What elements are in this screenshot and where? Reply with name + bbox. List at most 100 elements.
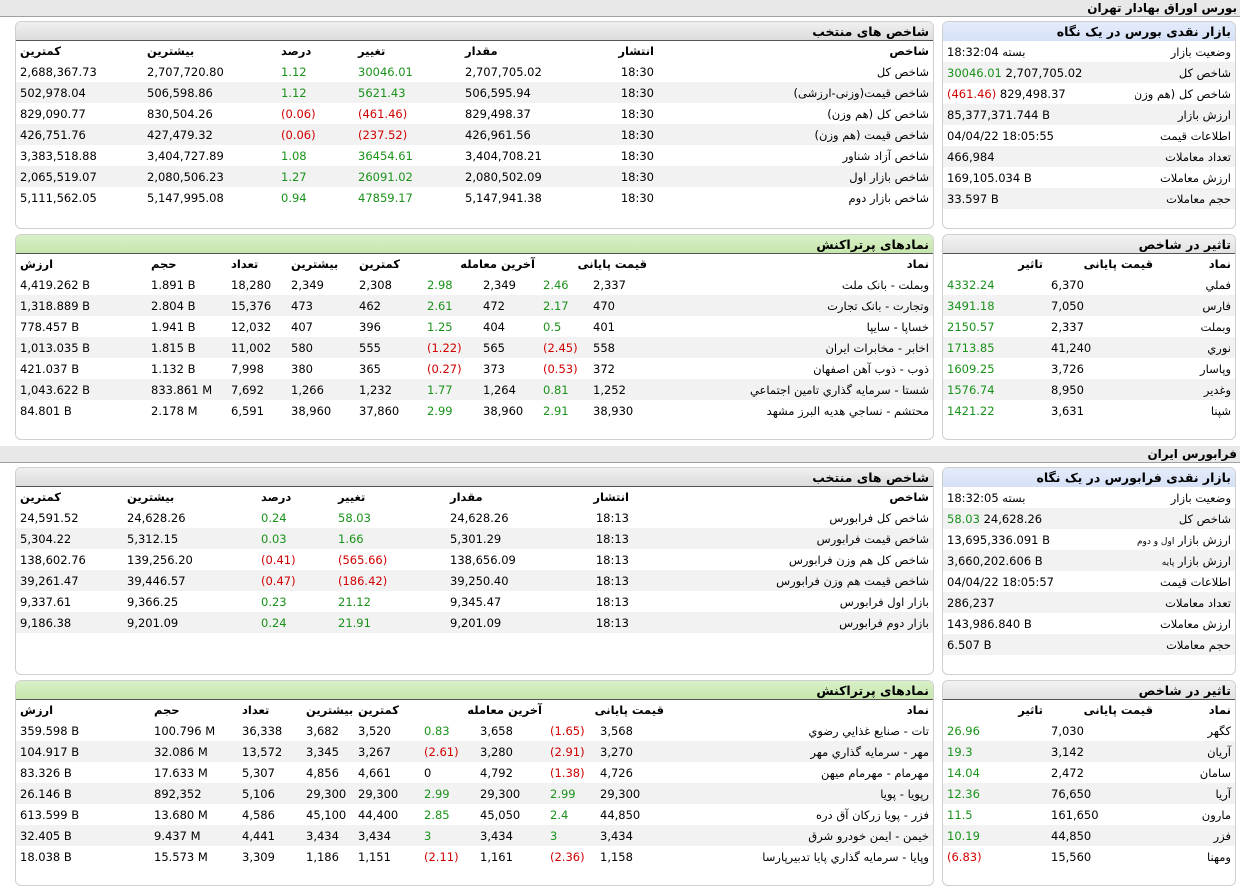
impact-symbol[interactable]: فزر bbox=[1157, 825, 1235, 846]
impact-row[interactable]: آريان 3,142 19.3 bbox=[943, 741, 1235, 762]
ifb-indices-title: شاخص های منتخب bbox=[16, 468, 933, 487]
index-change: 21.91 bbox=[338, 615, 371, 630]
active-symbol-row[interactable]: مهرمام - مهرمام ميهن 4,726 (1.38) 4,792 0 4,6… bbox=[16, 762, 933, 783]
active-close-change: (2.45) bbox=[543, 340, 578, 355]
active-symbol-row[interactable]: ذوب - ذوب آهن اصفهان 372 (0.53) 373 (0.27) 36… bbox=[16, 358, 933, 379]
active-symbol-row[interactable]: فزر - پويا زركان آق دره 44,850 2.4 45,050 2.… bbox=[16, 804, 933, 825]
active-symbol-name[interactable]: اخابر - مخابرات ايران bbox=[651, 337, 933, 358]
active-symbol-name[interactable]: مهرمام - مهرمام ميهن bbox=[668, 762, 933, 783]
index-row[interactable]: شاخص کل هم وزن فرابورس 18:13 138,656.09 (56… bbox=[16, 549, 933, 570]
index-name[interactable]: بازار دوم فرابورس bbox=[633, 612, 933, 633]
index-name[interactable]: شاخص بازار اول bbox=[658, 166, 933, 187]
active-symbol-row[interactable]: اخابر - مخابرات ايران 558 (2.45) 565 (1.22) 5… bbox=[16, 337, 933, 358]
impact-row[interactable]: مارون 161,650 11.5 bbox=[943, 804, 1235, 825]
index-name[interactable]: شاخص آزاد شناور bbox=[658, 145, 933, 166]
impact-row[interactable]: نوري 41,240 1713.85 bbox=[943, 337, 1235, 358]
index-row[interactable]: شاخص قیمت (هم وزن) 18:30 426,961.56 (237.52… bbox=[16, 124, 933, 145]
active-symbol-row[interactable]: وپايا - سرمايه گذاري پايا تدبيرپارسا 1,15… bbox=[16, 846, 933, 867]
impact-symbol[interactable]: كگهر bbox=[1157, 720, 1235, 741]
impact-row[interactable]: ومهنا 15,560 (6.83) bbox=[943, 846, 1235, 867]
index-row[interactable]: شاخص قیمت هم وزن فرابورس 18:13 39,250.40 (1… bbox=[16, 570, 933, 591]
index-change: (237.52) bbox=[358, 127, 408, 142]
active-value: 4,419.262 B bbox=[20, 277, 91, 292]
impact-row[interactable]: شپنا 3,631 1421.22 bbox=[943, 400, 1235, 421]
impact-row[interactable]: وپاسار 3,726 1609.25 bbox=[943, 358, 1235, 379]
active-symbol-name[interactable]: تات - صنايع غذايي رضوي bbox=[668, 720, 933, 741]
impact-row[interactable]: وبملت 2,337 2150.57 bbox=[943, 316, 1235, 337]
impact-symbol[interactable]: وغدير bbox=[1157, 379, 1235, 400]
impact-symbol[interactable]: مارون bbox=[1157, 804, 1235, 825]
impact-symbol[interactable]: فارس bbox=[1157, 295, 1235, 316]
ifb-indices-panel: شاخص های منتخب شاخص انتشار مقدار تغییر د… bbox=[15, 467, 934, 675]
index-name[interactable]: شاخص قیمت هم وزن فرابورس bbox=[633, 570, 933, 591]
impact-symbol[interactable]: آريا bbox=[1157, 783, 1235, 804]
active-low: 555 bbox=[359, 340, 381, 355]
active-symbol-row[interactable]: وبملت - بانک ملت 2,337 2.46 2,349 2.98 2,308 2… bbox=[16, 274, 933, 295]
index-name[interactable]: شاخص قیمت فرابورس bbox=[633, 528, 933, 549]
impact-close: 7,050 bbox=[1051, 298, 1084, 313]
impact-symbol[interactable]: آريان bbox=[1157, 741, 1235, 762]
active-symbol-row[interactable]: مهر - سرمايه گذاري مهر 3,270 (2.91) 3,280 (2… bbox=[16, 741, 933, 762]
active-symbol-row[interactable]: شستا - سرمايه گذاري تامين اجتماعي 1,252 0.… bbox=[16, 379, 933, 400]
index-high: 427,479.32 bbox=[147, 127, 213, 142]
index-row[interactable]: بازار اول فرابورس 18:13 9,345.47 21.12 0.23 9… bbox=[16, 591, 933, 612]
index-row[interactable]: شاخص بازار اول 18:30 2,080,502.09 26091.02 1… bbox=[16, 166, 933, 187]
active-symbol-name[interactable]: وپايا - سرمايه گذاري پايا تدبيرپارسا bbox=[668, 846, 933, 867]
index-name[interactable]: شاخص کل bbox=[658, 61, 933, 82]
impact-row[interactable]: كگهر 7,030 26.96 bbox=[943, 720, 1235, 741]
active-symbol-name[interactable]: وتجارت - بانک تجارت bbox=[651, 295, 933, 316]
active-symbol-name[interactable]: محتشم - نساجي هديه البرز مشهد bbox=[651, 400, 933, 421]
impact-row[interactable]: فملي 6,370 4332.24 bbox=[943, 274, 1235, 295]
impact-symbol[interactable]: وپاسار bbox=[1157, 358, 1235, 379]
index-name[interactable]: شاخص قیمت(وزنی-ارزشی) bbox=[658, 82, 933, 103]
active-symbol-name[interactable]: رپويا - پويا bbox=[668, 783, 933, 804]
active-symbol-name[interactable]: شستا - سرمايه گذاري تامين اجتماعي bbox=[651, 379, 933, 400]
impact-symbol[interactable]: سامان bbox=[1157, 762, 1235, 783]
impact-row[interactable]: وغدير 8,950 1576.74 bbox=[943, 379, 1235, 400]
active-symbol-name[interactable]: ذوب - ذوب آهن اصفهان bbox=[651, 358, 933, 379]
active-symbol-name[interactable]: فزر - پويا زركان آق دره bbox=[668, 804, 933, 825]
active-symbol-name[interactable]: خيمن - ايمن خودرو شرق bbox=[668, 825, 933, 846]
active-symbol-row[interactable]: محتشم - نساجي هديه البرز مشهد 38,930 2.91 3… bbox=[16, 400, 933, 421]
impact-row[interactable]: فزر 44,850 10.19 bbox=[943, 825, 1235, 846]
impact-row[interactable]: فارس 7,050 3491.18 bbox=[943, 295, 1235, 316]
active-volume: 892,352 bbox=[154, 786, 202, 801]
index-row[interactable]: شاخص آزاد شناور 18:30 3,404,708.21 36454.61… bbox=[16, 145, 933, 166]
active-symbol-row[interactable]: تات - صنايع غذايي رضوي 3,568 (1.65) 3,658 0.… bbox=[16, 720, 933, 741]
active-symbol-row[interactable]: خيمن - ايمن خودرو شرق 3,434 3 3,434 3 3,434 3,… bbox=[16, 825, 933, 846]
index-name[interactable]: بازار اول فرابورس bbox=[633, 591, 933, 612]
snapshot-label: حجم معاملات bbox=[1166, 191, 1231, 206]
active-symbol-row[interactable]: رپويا - پويا 29,300 2.99 29,300 2.99 29,300 29… bbox=[16, 783, 933, 804]
index-row[interactable]: شاخص کل 18:30 2,707,705.02 30046.01 1.12 2,70… bbox=[16, 61, 933, 82]
index-row[interactable]: بازار دوم فرابورس 18:13 9,201.09 21.91 0.24 9… bbox=[16, 612, 933, 633]
index-name[interactable]: شاخص کل فرابورس bbox=[633, 507, 933, 528]
impact-symbol[interactable]: نوري bbox=[1157, 337, 1235, 358]
impact-symbol[interactable]: فملي bbox=[1157, 274, 1235, 295]
index-name[interactable]: شاخص کل (هم وزن) bbox=[658, 103, 933, 124]
impact-row[interactable]: آريا 76,650 12.36 bbox=[943, 783, 1235, 804]
index-high: 139,256.20 bbox=[127, 552, 193, 567]
snapshot-value-cell: 143,986.840 B bbox=[943, 613, 1135, 634]
active-last-change: (2.11) bbox=[424, 849, 459, 864]
index-row[interactable]: شاخص قیمت فرابورس 18:13 5,301.29 1.66 0.03 5,… bbox=[16, 528, 933, 549]
impact-row[interactable]: سامان 2,472 14.04 bbox=[943, 762, 1235, 783]
impact-symbol[interactable]: ومهنا bbox=[1157, 846, 1235, 867]
impact-symbol[interactable]: شپنا bbox=[1157, 400, 1235, 421]
index-row[interactable]: شاخص کل فرابورس 18:13 24,628.26 58.03 0.24 24… bbox=[16, 507, 933, 528]
index-row[interactable]: شاخص قیمت(وزنی-ارزشی) 18:30 506,595.94 5621… bbox=[16, 82, 933, 103]
active-symbol-name[interactable]: مهر - سرمايه گذاري مهر bbox=[668, 741, 933, 762]
active-symbol-row[interactable]: خساپا - سايپا 401 0.5 404 1.25 396 407 12,032 1.… bbox=[16, 316, 933, 337]
index-name[interactable]: شاخص کل هم وزن فرابورس bbox=[633, 549, 933, 570]
active-symbol-row[interactable]: وتجارت - بانک تجارت 470 2.17 472 2.61 462 473 1… bbox=[16, 295, 933, 316]
index-name[interactable]: شاخص بازار دوم bbox=[658, 187, 933, 208]
active-symbol-name[interactable]: خساپا - سايپا bbox=[651, 316, 933, 337]
impact-value: 1421.22 bbox=[947, 403, 995, 418]
impact-symbol[interactable]: وبملت bbox=[1157, 316, 1235, 337]
active-low: 2,308 bbox=[359, 277, 392, 292]
index-row[interactable]: شاخص کل (هم وزن) 18:30 829,498.37 (461.46) (… bbox=[16, 103, 933, 124]
col-header-percent: درصد bbox=[281, 44, 312, 58]
impact-close: 2,337 bbox=[1051, 319, 1084, 334]
index-name[interactable]: شاخص قیمت (هم وزن) bbox=[658, 124, 933, 145]
active-symbol-name[interactable]: وبملت - بانک ملت bbox=[651, 274, 933, 295]
index-row[interactable]: شاخص بازار دوم 18:30 5,147,941.38 47859.17 0… bbox=[16, 187, 933, 208]
